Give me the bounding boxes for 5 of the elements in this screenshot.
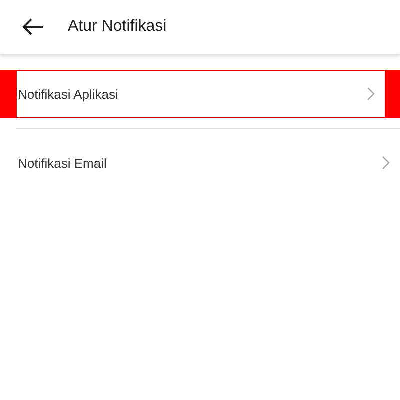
screen-title: Atur Notifikasi: [68, 18, 167, 36]
chevron-right-icon: [367, 87, 375, 101]
back-arrow-icon[interactable]: [22, 18, 44, 36]
settings-item[interactable]: Notifikasi Aplikasi: [16, 70, 386, 118]
chevron-right-icon: [382, 156, 390, 170]
